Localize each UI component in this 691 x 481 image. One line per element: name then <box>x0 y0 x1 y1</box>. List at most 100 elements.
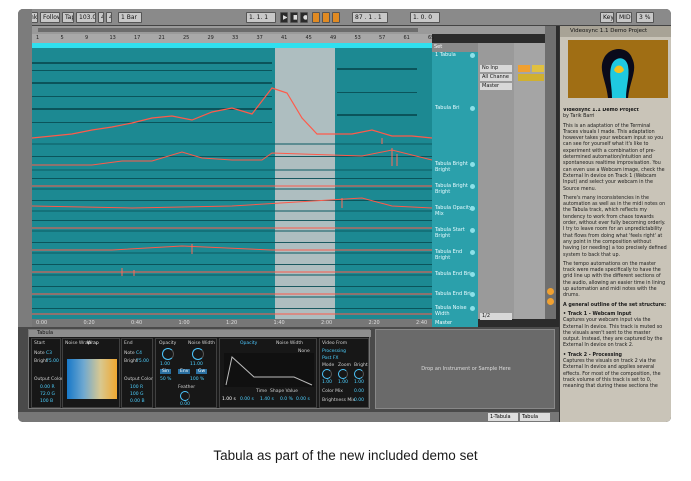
time-tick-label: 0:40 <box>131 320 143 326</box>
video-tap-menu[interactable]: Post FX <box>322 356 339 361</box>
start-green-value[interactable]: 72.0 G <box>40 392 55 397</box>
start-note-label: Note <box>34 351 45 356</box>
status-track-name[interactable]: 1-Tabula <box>488 413 518 421</box>
noise-width-value[interactable]: 11.00 <box>190 362 203 367</box>
start-note-value[interactable]: C3 <box>46 351 52 356</box>
brightness-mix-value[interactable]: 0.00 <box>354 398 364 403</box>
end-note-value[interactable]: C4 <box>136 351 142 356</box>
mode-knob[interactable] <box>322 369 332 379</box>
envelope-graph[interactable] <box>224 353 314 387</box>
time-tick-label: 1:00 <box>178 320 190 326</box>
shape-value[interactable]: 0.0 % <box>280 397 293 402</box>
start-bright-value[interactable]: 75.00 <box>46 359 59 364</box>
time-signature-numerator[interactable]: 4 <box>98 12 104 23</box>
end-green-value[interactable]: 100 G <box>130 392 144 397</box>
play-icon[interactable]: ▶ <box>280 12 288 23</box>
input-channel-menu[interactable]: All Channe <box>480 74 512 81</box>
end-red-value[interactable]: 100 R <box>130 385 143 390</box>
track-activator-icon[interactable] <box>470 184 475 189</box>
end-bright-value[interactable]: 75.00 <box>136 359 149 364</box>
daw-window: Link Follow Tap 103.00 4 4 1 Bar 1. 1. 1… <box>18 9 671 422</box>
ruler-tick-label: 17 <box>134 35 141 41</box>
help-title: Videosync 1.1 Demo Project <box>560 26 671 37</box>
vertical-scrollbar[interactable] <box>545 26 556 319</box>
ruler-tick-label: 1 <box>36 35 40 41</box>
beat-time-ruler[interactable]: 1 5 9 13 17 21 25 29 33 37 41 45 49 53 57 61 65 <box>32 34 434 43</box>
master-output[interactable]: 1/2 <box>480 313 512 320</box>
color-mix-value[interactable]: 0.00 <box>354 389 364 394</box>
loop-region[interactable] <box>275 48 335 319</box>
tempo-field[interactable]: 103.00 <box>76 12 96 23</box>
video-source-menu[interactable]: Processing <box>322 349 346 354</box>
zoom-knob[interactable] <box>338 369 348 379</box>
track-activator-icon[interactable] <box>470 250 475 255</box>
track-activator-icon[interactable] <box>470 292 475 297</box>
wrap-toggle[interactable]: Wrap <box>87 341 99 346</box>
end-note-label: Note <box>124 351 135 356</box>
record-icon[interactable]: ● <box>300 12 308 23</box>
loop-length-field[interactable]: 1. 0. 0 <box>410 12 440 23</box>
mode-value[interactable]: 1.00 <box>322 380 332 385</box>
start-blue-value[interactable]: 100 B <box>40 399 53 404</box>
zoom-value[interactable]: 1.00 <box>338 380 348 385</box>
monitor-menu[interactable]: Master <box>480 83 512 90</box>
time-signature-denominator[interactable]: 4 <box>106 12 112 23</box>
track-activator-icon[interactable] <box>470 306 475 311</box>
video-bright-knob[interactable] <box>354 369 364 379</box>
track-activator-icon[interactable] <box>470 272 475 277</box>
stop-icon[interactable]: ■ <box>290 12 298 23</box>
status-device-name[interactable]: Tabula <box>520 413 550 421</box>
sustain-value[interactable]: 1.40 s <box>260 397 274 402</box>
noise-width-knob[interactable] <box>192 348 204 360</box>
feather-knob[interactable] <box>180 391 190 401</box>
feather-value[interactable]: 0.00 <box>180 402 190 407</box>
solo-button[interactable] <box>532 65 544 72</box>
io-section: No Inp All Channe Master 1/2 <box>478 43 514 320</box>
percent-value[interactable]: 100 % <box>190 377 204 382</box>
ruler-tick-label: 29 <box>207 35 214 41</box>
tap-button[interactable]: Tap <box>62 12 74 23</box>
help-text: Videosync 1.1 Demo Project by Tarik Barri… <box>563 108 667 418</box>
track-activator-icon[interactable] <box>470 162 475 167</box>
track-activator-icon[interactable] <box>470 228 475 233</box>
automation-svg[interactable] <box>31 48 433 319</box>
device-drop-area[interactable]: Drop an Instrument or Sample Here <box>375 329 555 409</box>
midi-map-button[interactable]: MIDI <box>616 12 632 23</box>
opacity-knob[interactable] <box>162 348 174 360</box>
track-activator-icon[interactable] <box>470 106 475 111</box>
overdub-icon[interactable] <box>312 12 320 23</box>
arrangement-overview[interactable] <box>32 26 556 34</box>
arm-button[interactable] <box>518 74 544 81</box>
set-label: Set <box>432 43 478 52</box>
attack-value[interactable]: 1.00 s <box>222 397 236 402</box>
end-blue-value[interactable]: 0.00 B <box>130 399 145 404</box>
arrangement-position[interactable]: 1. 1. 1 <box>246 12 276 23</box>
opacity-value[interactable]: 1.00 <box>160 362 170 367</box>
gw-button[interactable]: Gw <box>196 369 208 374</box>
automation-lanes[interactable] <box>31 48 433 319</box>
loop-start-field[interactable]: 87 . 1 . 1 <box>352 12 388 23</box>
help-item-title: • Track 1 - Webcam Input <box>563 311 632 317</box>
release-value[interactable]: 0.00 s <box>296 397 310 402</box>
follow-button[interactable]: Follow <box>40 12 60 23</box>
rev-value[interactable]: 50 % <box>160 377 171 382</box>
quantization-menu[interactable]: 1 Bar <box>118 12 142 23</box>
video-bright-value[interactable]: 1.00 <box>354 380 364 385</box>
key-map-button[interactable]: Key <box>600 12 614 23</box>
input-type-menu[interactable]: No Inp <box>480 65 512 72</box>
mode-label: Mode <box>322 363 335 368</box>
track-activator[interactable] <box>518 65 530 72</box>
automation-arm-icon[interactable] <box>322 12 330 23</box>
decay-value[interactable]: 0.00 s <box>240 397 254 402</box>
device-title: Tabula <box>29 330 371 337</box>
track-activator-icon[interactable] <box>470 206 475 211</box>
ruler-tick-label: 13 <box>109 35 116 41</box>
tabula-device[interactable]: Tabula Start Note C3 Bright 75.00 Output… <box>28 329 371 409</box>
track-activator-icon[interactable] <box>470 53 475 58</box>
time-ruler[interactable]: 0:00 0:20 0:40 1:00 1:20 1:40 2:00 2:20 2:40 <box>32 319 432 327</box>
sine-button[interactable]: Sin <box>160 369 171 374</box>
envelope-button[interactable]: Env <box>178 369 191 374</box>
start-red-value[interactable]: 0.00 R <box>40 385 55 390</box>
master-track-label[interactable]: Master <box>432 319 478 327</box>
punch-icon[interactable] <box>332 12 340 23</box>
